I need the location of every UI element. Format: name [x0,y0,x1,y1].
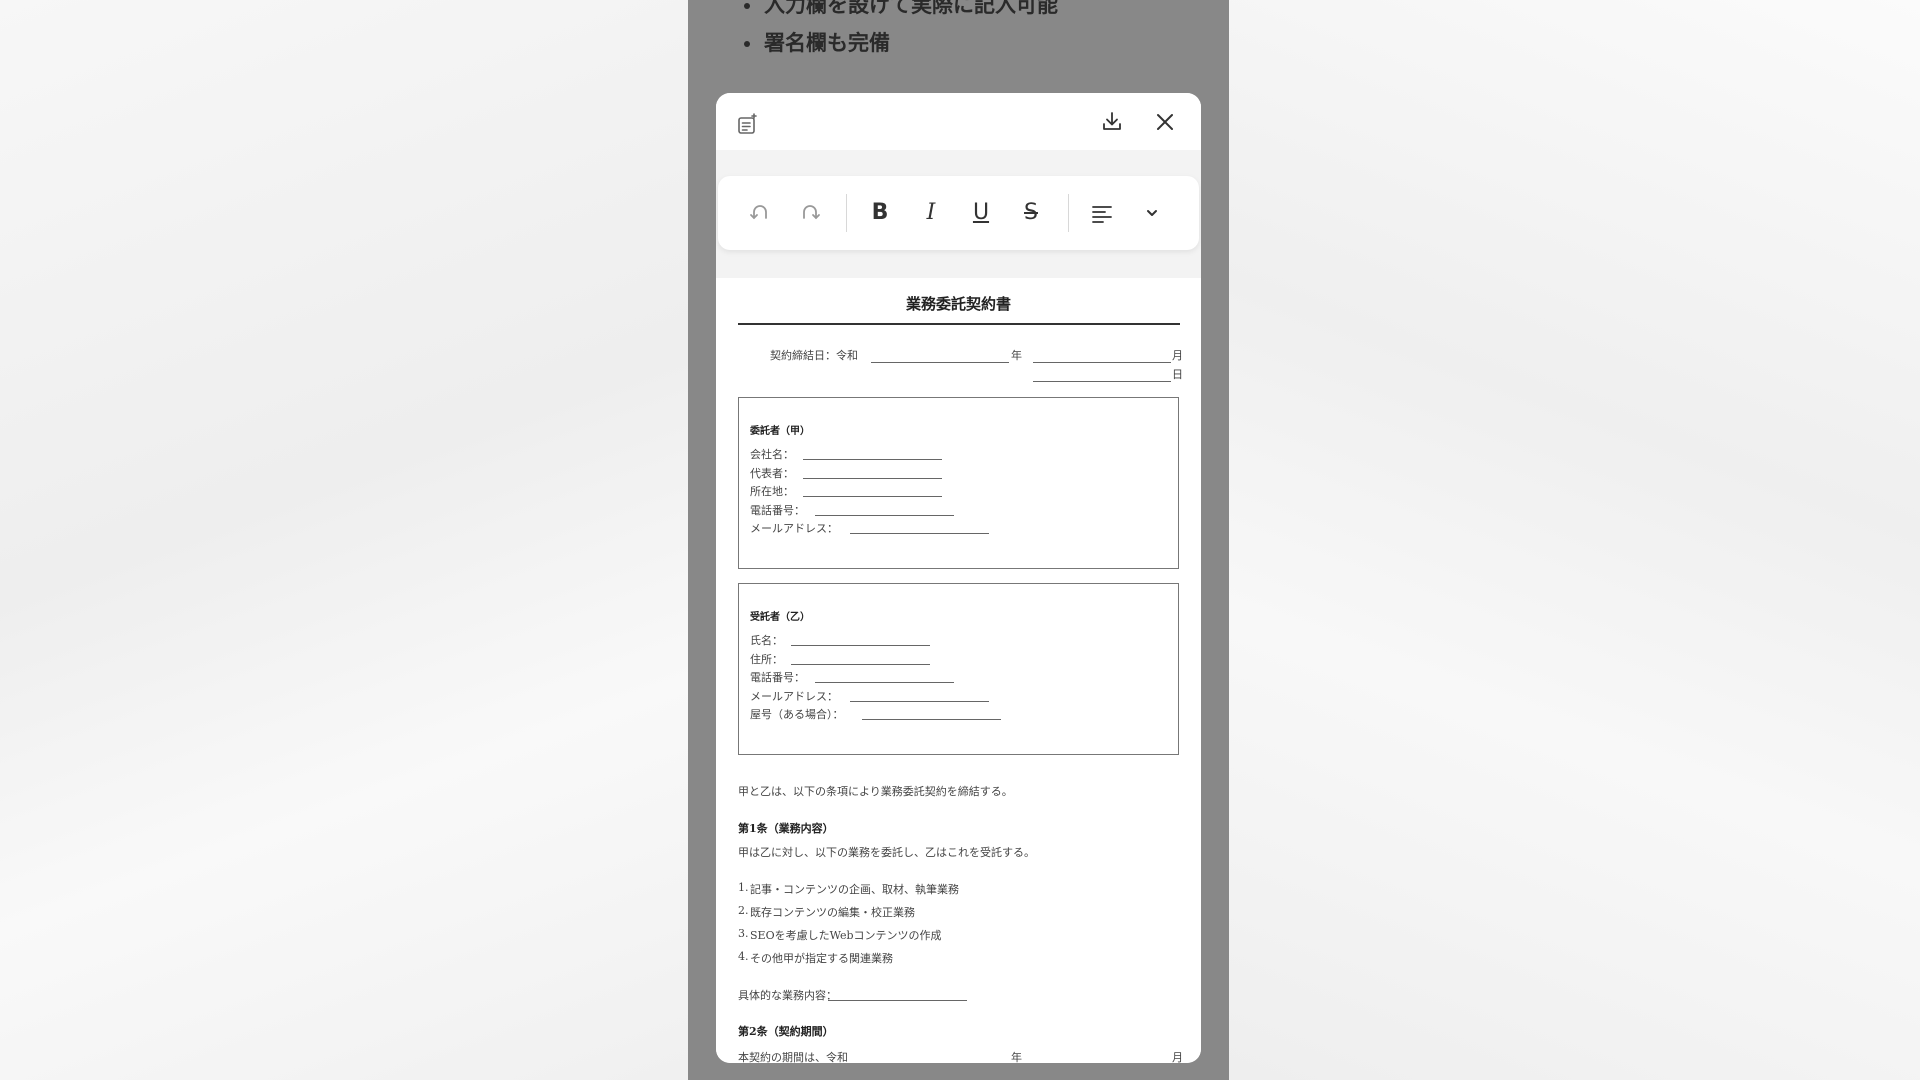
consignee-heading: 受託者（乙） [750,612,810,623]
representative-field[interactable] [803,478,942,479]
consignor-box: 委託者（甲） 会社名： 代表者： 所在地： 電話番号： メールアドレス： [738,397,1179,569]
document-title: 業務委託契約書 [905,295,1011,313]
bold-label: B [871,200,889,225]
day-field[interactable] [1033,381,1171,382]
bold-button[interactable]: B [866,199,894,227]
title-underline [738,323,1180,325]
article2-year-unit: 年 [1011,1051,1022,1063]
list-item: 記事・コンテンツの企画、取材、執筆業務 [750,883,959,896]
list-item: その他甲が指定する関連業務 [750,952,893,965]
article2-heading: 第2条（契約期間） [738,1025,834,1038]
article1-heading: 第1条（業務内容） [738,822,834,835]
underline-button[interactable]: U [967,199,995,227]
email-field[interactable] [850,533,989,534]
article1-text: 甲は乙に対し、以下の業務を委託し、乙はこれを受託する。 [738,846,1035,859]
modal-header [716,93,1201,150]
consignor-heading: 委託者（甲） [750,426,810,437]
background-facet-right [1229,0,1920,1080]
consignee-field-label: 氏名： [750,634,783,647]
redo-icon[interactable] [796,199,824,227]
list-number: 2. [738,904,749,917]
toolbar-separator [846,194,847,232]
list-number: 1. [738,881,749,894]
year-unit: 年 [1011,349,1022,362]
background-bullet: 署名欄も完備 [740,24,1058,62]
contract-date-label: 契約締結日：令和 [770,349,858,362]
list-number: 3. [738,927,749,940]
email-field[interactable] [850,701,989,702]
align-left-icon[interactable] [1088,199,1116,227]
consignor-field-label: 所在地： [750,485,794,498]
underline-label: U [972,200,990,225]
undo-icon[interactable] [746,199,774,227]
consignee-box: 受託者（乙） 氏名： 住所： 電話番号： メールアドレス： 屋号（ある場合）： [738,583,1179,755]
consignor-field-label: 会社名： [750,448,794,461]
consignee-field-label: 住所： [750,653,783,666]
edit-note-icon[interactable] [736,113,760,137]
consignor-field-label: 代表者： [750,467,794,480]
document-page: 業務委託契約書 契約締結日：令和 年 月 日 委託者（甲） 会社名： 代表者： … [716,278,1201,1063]
background-bullet: 入力欄を設けて実際に記入可能 [740,0,1058,24]
consignor-field-label: 電話番号： [750,504,805,517]
day-unit: 日 [1172,368,1183,381]
detail-label: 具体的な業務内容： [738,989,837,1002]
consignee-field-label: 屋号（ある場合）： [750,708,844,721]
name-field[interactable] [791,645,930,646]
download-icon[interactable] [1100,110,1124,134]
toolbar-area: B I U S [716,150,1201,278]
phone-field[interactable] [815,515,954,516]
consignee-field-label: 電話番号： [750,671,805,684]
strikethrough-button[interactable]: S [1017,199,1045,227]
consignee-field-label: メールアドレス： [750,690,838,703]
list-item: SEOを考慮したWebコンテンツの作成 [750,929,942,942]
formatting-toolbar: B I U S [718,176,1199,250]
list-item: 既存コンテンツの編集・校正業務 [750,906,915,919]
list-number: 4. [738,950,749,963]
background-bullet-list: 入力欄を設けて実際に記入可能 署名欄も完備 [740,0,1058,62]
residence-field[interactable] [791,664,930,665]
document-preview-modal: B I U S 業務委託契約書 契約締結日：令和 年 月 日 委託者（甲） 会社… [716,93,1201,1063]
background-facet-left [0,0,688,1080]
toolbar-separator [1068,194,1069,232]
company-name-field[interactable] [803,459,942,460]
article2-month-unit: 月 [1172,1051,1183,1063]
article2-text: 本契約の期間は、令和 [738,1051,848,1063]
strikethrough-label: S [1024,200,1038,225]
detail-field[interactable] [828,1000,967,1001]
month-field[interactable] [1033,362,1171,363]
phone-field[interactable] [815,682,954,683]
address-field[interactable] [803,496,942,497]
contract-intro: 甲と乙は、以下の条項により業務委託契約を締結する。 [738,785,1013,798]
year-field[interactable] [871,362,1009,363]
italic-button[interactable]: I [917,199,945,227]
trade-name-field[interactable] [862,719,1001,720]
chevron-down-icon[interactable] [1138,199,1166,227]
phone-screen: 入力欄を設けて実際に記入可能 署名欄も完備 B I U S 業務委託契約書 契約… [688,0,1229,1080]
consignor-field-label: メールアドレス： [750,522,838,535]
italic-label: I [926,200,936,225]
month-unit: 月 [1172,349,1183,362]
close-icon[interactable] [1153,110,1177,134]
